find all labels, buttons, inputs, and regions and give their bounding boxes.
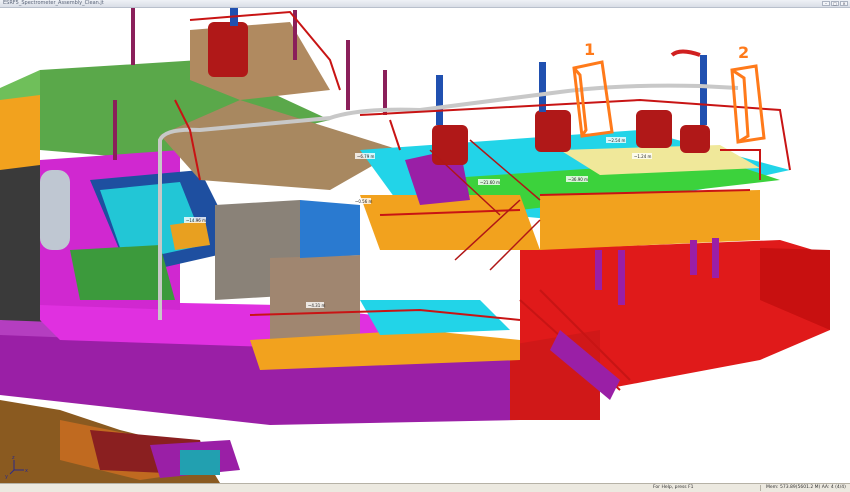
blue-cabinet — [300, 200, 360, 258]
maximize-button[interactable]: □ — [831, 1, 839, 6]
window-title: ESRF5_Spectrometer_Assembly_Clean.jt — [3, 0, 104, 6]
window-controls: – □ × — [822, 1, 848, 6]
left-orange-roof — [0, 90, 40, 170]
tank-2 — [432, 125, 468, 165]
triad-z-label: z — [12, 455, 15, 461]
measurement-label: ~2.54 m — [608, 138, 626, 143]
valve-4 — [700, 55, 707, 125]
orange-right-deck — [540, 190, 760, 250]
measurement-label: ~21.60 m — [480, 180, 500, 185]
cad-model-render: ~6.79 m ~21.60 m ~36.90 m ~2.54 m ~1.24 … — [0, 8, 830, 483]
valve-2 — [436, 75, 443, 125]
window-titlebar: ESRF5_Spectrometer_Assembly_Clean.jt – □… — [0, 0, 850, 8]
tank-3 — [535, 110, 571, 152]
3d-viewport[interactable]: ~6.79 m ~21.60 m ~36.90 m ~2.54 m ~1.24 … — [0, 8, 850, 483]
triad-x-label: x — [25, 468, 28, 474]
tank-4 — [636, 110, 672, 148]
close-button[interactable]: × — [840, 1, 848, 6]
grey-cylinder — [40, 170, 70, 250]
measurement-label: ~1.24 m — [634, 154, 652, 159]
measurement-label: ~0.56 m — [355, 199, 373, 204]
callout-label-2: 2 — [738, 43, 749, 62]
triad-y-label: y — [5, 474, 8, 480]
measurement-label: ~6.79 m — [357, 154, 375, 159]
minimize-button[interactable]: – — [822, 1, 830, 6]
status-divider — [760, 485, 761, 491]
annotation-box-2 — [730, 64, 766, 144]
measurement-label: ~4.31 m — [308, 303, 326, 308]
tank-1 — [208, 22, 248, 77]
measurement-label: ~36.90 m — [568, 177, 588, 182]
upper-green-edge — [0, 70, 40, 100]
measurement-label: ~14.96 m — [186, 218, 206, 223]
callout-label-1: 1 — [584, 40, 595, 59]
red-pipe-bend — [670, 49, 701, 57]
annotation-box-1 — [572, 60, 614, 138]
lower-cyan-block — [180, 450, 220, 475]
yellow-pipe — [170, 220, 210, 250]
orange-mid-deck — [360, 195, 540, 250]
tank-5 — [680, 125, 710, 153]
